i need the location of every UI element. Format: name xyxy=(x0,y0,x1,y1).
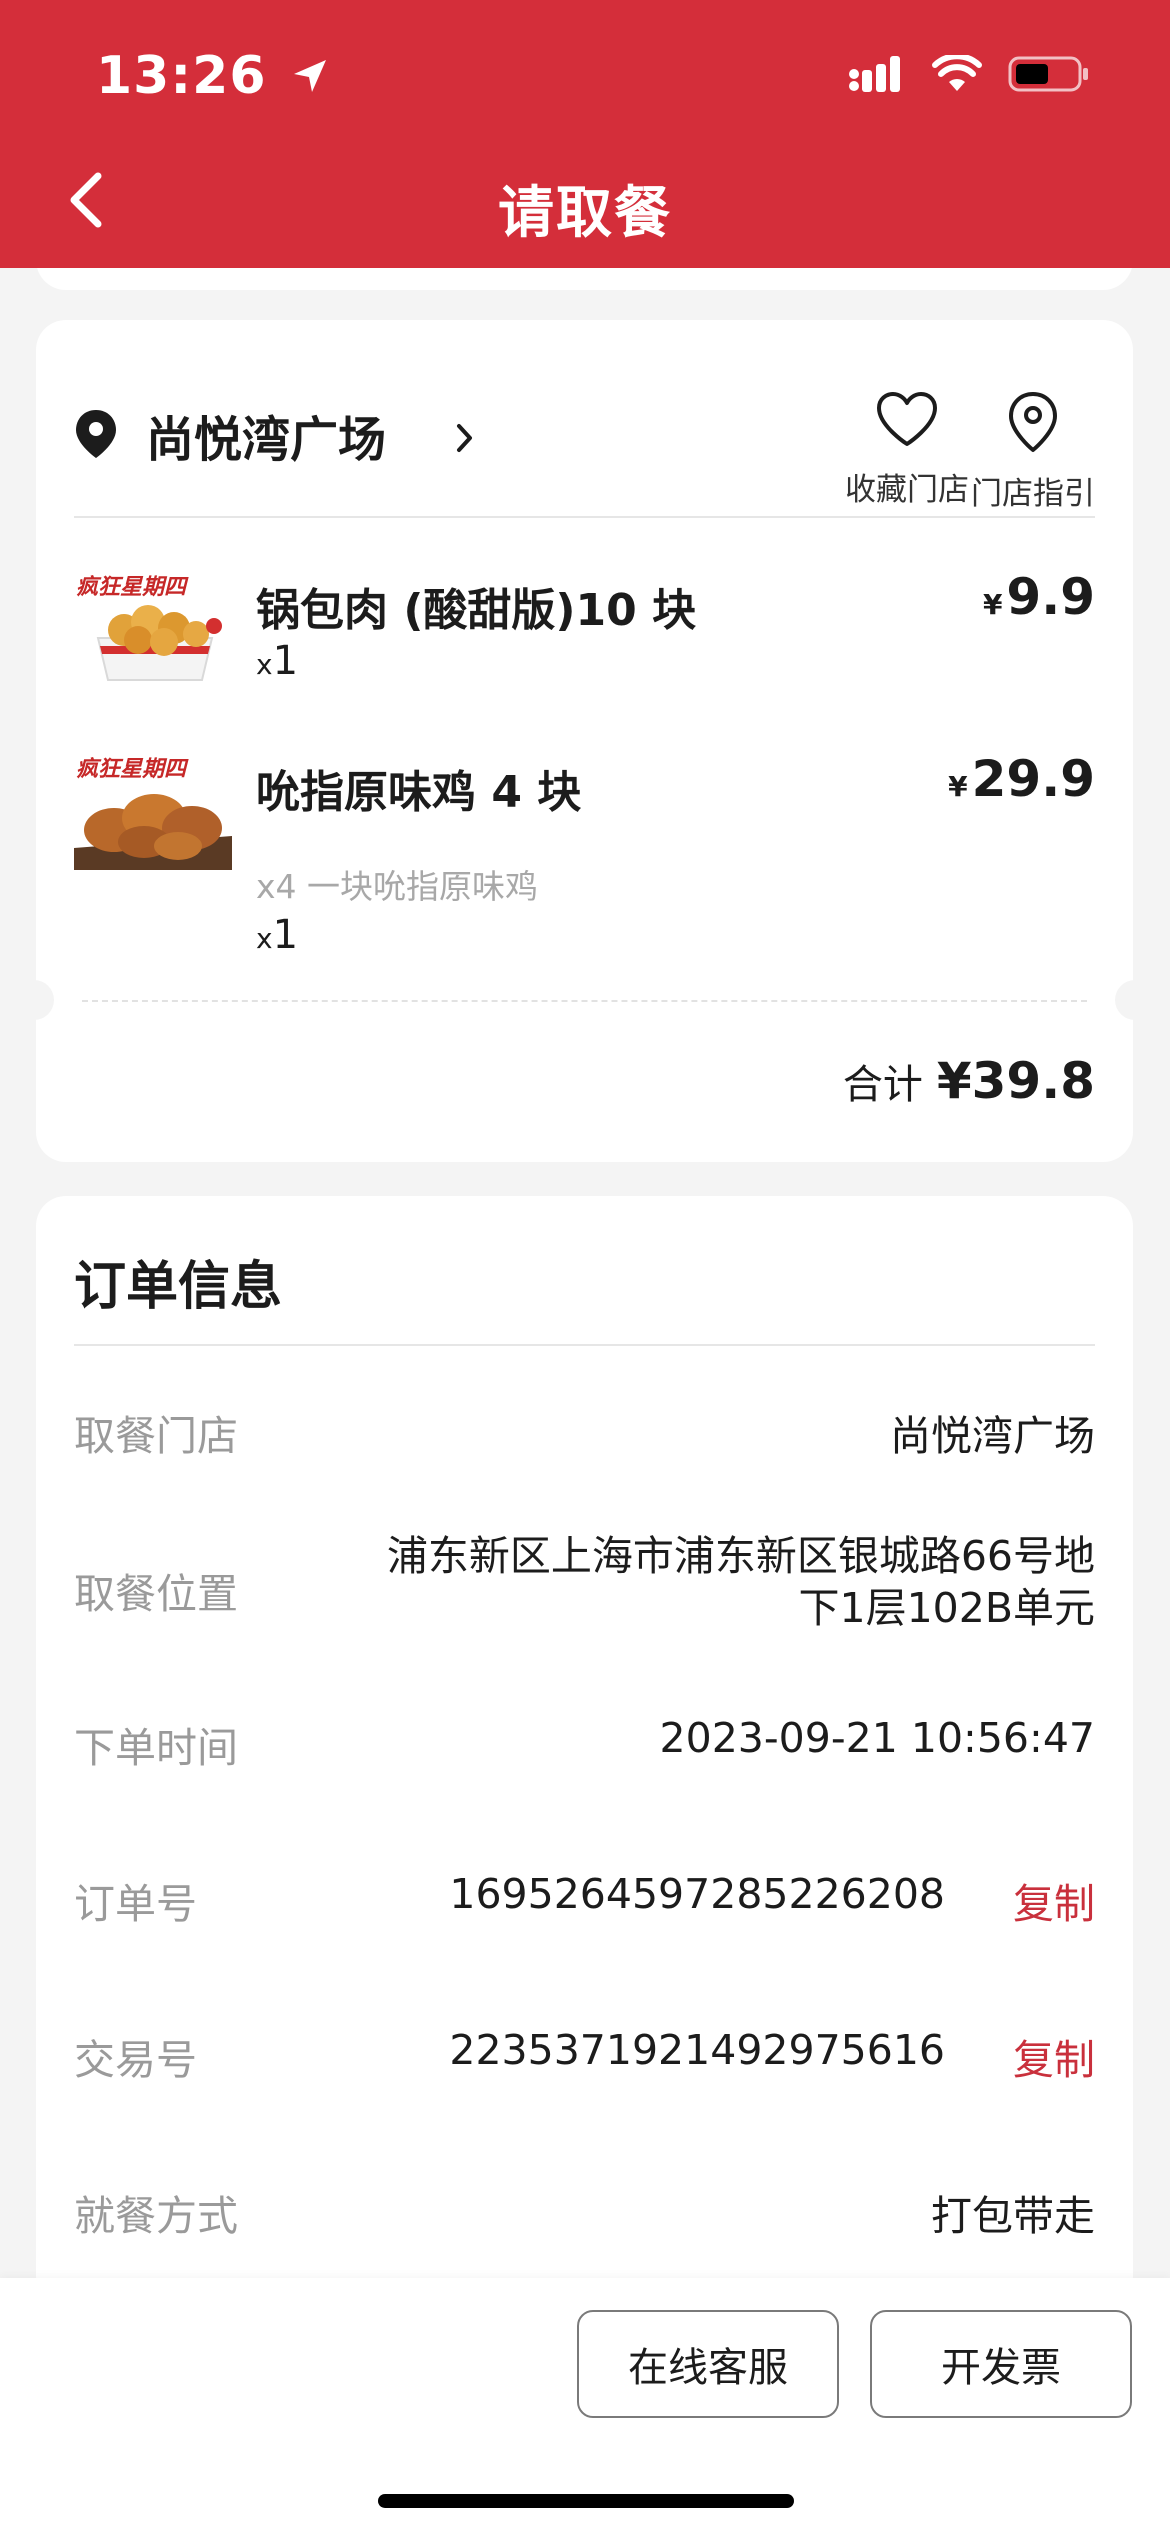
order-info-card: 订单信息 取餐门店 尚悦湾广场 取餐位置 浦东新区上海市浦东新区银城路66号地下… xyxy=(36,1196,1133,2306)
page-title: 请取餐 xyxy=(498,181,672,246)
item-quantity: x1 xyxy=(256,912,298,958)
food-image-fried-chicken: 疯狂星期四 xyxy=(74,750,232,870)
info-row-order-number: 订单号 1695264597285226208 复制 xyxy=(74,1870,1095,1930)
order-item: 疯狂星期四 锅包肉 (酸甜版)10 块 x1 ¥9.9 xyxy=(74,568,1095,718)
heart-icon xyxy=(877,392,937,446)
item-price: ¥29.9 xyxy=(948,750,1095,808)
info-row-pickup-store: 取餐门店 尚悦湾广场 xyxy=(74,1402,1095,1462)
info-value: 打包带走 xyxy=(931,2192,1095,2240)
store-name[interactable]: 尚悦湾广场 xyxy=(146,400,386,470)
item-price: ¥9.9 xyxy=(983,568,1095,626)
divider xyxy=(74,516,1095,518)
total-label: 合计 xyxy=(842,1062,923,1108)
total-amount: ¥39.8 xyxy=(936,1052,1095,1110)
order-card: 尚悦湾广场 收藏门店 门店指引 疯狂星期四 锅包肉 (酸甜版)10 块 x1 ¥… xyxy=(14,320,1155,1162)
info-label: 取餐门店 xyxy=(74,1412,238,1460)
info-value: 尚悦湾广场 xyxy=(890,1412,1095,1460)
info-row-dining-method: 就餐方式 打包带走 xyxy=(74,2182,1095,2242)
info-row-pickup-location: 取餐位置 浦东新区上海市浦东新区银城路66号地下1层102B单元 xyxy=(74,1530,1095,1650)
currency-symbol: ¥ xyxy=(948,770,968,803)
quantity-prefix: x xyxy=(256,922,273,955)
quantity-value: 1 xyxy=(272,912,299,958)
price-value: 9.9 xyxy=(1006,568,1095,626)
svg-text:疯狂星期四: 疯狂星期四 xyxy=(76,756,189,782)
svg-text:疯狂星期四: 疯狂星期四 xyxy=(76,574,189,600)
quantity-value: 1 xyxy=(272,638,299,684)
currency-symbol: ¥ xyxy=(982,588,1003,621)
info-row-order-time: 下单时间 2023-09-21 10:56:47 xyxy=(74,1714,1095,1774)
info-value: 2235371921492975616 xyxy=(449,2026,945,2074)
item-name: 锅包肉 (酸甜版)10 块 xyxy=(256,585,697,636)
store-guide-label: 门店指引 xyxy=(971,476,1095,512)
status-time: 13:26 xyxy=(96,46,330,109)
dashed-divider xyxy=(82,1000,1087,1002)
divider xyxy=(74,1344,1095,1346)
order-item: 疯狂星期四 吮指原味鸡 4 块 x4 一块吮指原味鸡 x1 ¥29.9 xyxy=(74,750,1095,958)
home-indicator[interactable] xyxy=(378,2494,794,2508)
favorite-store-label: 收藏门店 xyxy=(845,472,969,508)
wifi-icon xyxy=(932,53,982,97)
app-header: 13:26 请取餐 xyxy=(0,0,1170,268)
favorite-store-button[interactable]: 收藏门店 xyxy=(837,390,977,509)
food-image-popcorn-chicken: 疯狂星期四 xyxy=(74,568,232,688)
copy-transaction-number-button[interactable]: 复制 xyxy=(1013,2026,1095,2086)
quantity-prefix: x xyxy=(256,648,273,681)
location-pin-icon xyxy=(1009,392,1057,452)
battery-icon xyxy=(1008,55,1090,97)
item-quantity: x1 xyxy=(256,638,298,684)
location-pin-icon xyxy=(74,408,118,464)
info-label: 订单号 xyxy=(74,1880,197,1928)
location-arrow-icon xyxy=(290,49,330,109)
ticket-notch-right xyxy=(1115,980,1155,1020)
status-time-text: 13:26 xyxy=(96,46,267,106)
store-header: 尚悦湾广场 收藏门店 门店指引 xyxy=(74,390,1095,512)
store-guide-button[interactable]: 门店指引 xyxy=(963,390,1103,513)
copy-order-number-button[interactable]: 复制 xyxy=(1013,1870,1095,1930)
invoice-button[interactable]: 开发票 xyxy=(870,2310,1132,2418)
info-value: 2023-09-21 10:56:47 xyxy=(659,1714,1095,1762)
online-service-button[interactable]: 在线客服 xyxy=(577,2310,839,2418)
order-info-title: 订单信息 xyxy=(74,1257,283,1317)
info-label: 交易号 xyxy=(74,2036,197,2084)
info-label: 取餐位置 xyxy=(74,1570,238,1618)
chevron-right-icon[interactable] xyxy=(454,420,476,460)
status-indicators xyxy=(848,53,1090,98)
info-label: 就餐方式 xyxy=(74,2192,238,2240)
order-total: 合计 ¥39.8 xyxy=(843,1052,1095,1110)
info-label: 下单时间 xyxy=(74,1724,238,1772)
price-value: 29.9 xyxy=(971,750,1095,808)
cellular-signal-icon xyxy=(848,54,906,98)
info-value: 1695264597285226208 xyxy=(449,1870,945,1918)
bottom-action-bar: 在线客服 开发票 xyxy=(0,2278,1170,2532)
item-name: 吮指原味鸡 4 块 xyxy=(256,767,582,818)
info-value: 浦东新区上海市浦东新区银城路66号地下1层102B单元 xyxy=(386,1532,1095,1632)
ticket-notch-left xyxy=(14,980,54,1020)
item-description: x4 一块吮指原味鸡 xyxy=(256,867,539,906)
info-row-transaction-number: 交易号 2235371921492975616 复制 xyxy=(74,2026,1095,2086)
